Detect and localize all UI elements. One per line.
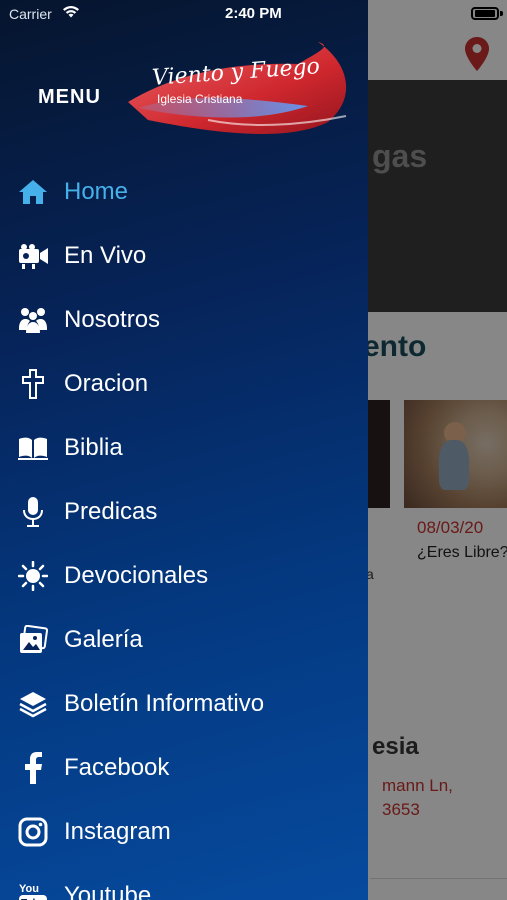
video-camera-icon bbox=[16, 240, 50, 272]
menu-item-en-vivo[interactable]: En Vivo bbox=[0, 224, 368, 288]
users-icon bbox=[16, 304, 50, 336]
book-icon bbox=[16, 432, 50, 464]
menu-item-home[interactable]: Home bbox=[0, 160, 368, 224]
logo-subtitle: Iglesia Cristiana bbox=[157, 92, 243, 106]
home-icon bbox=[16, 176, 50, 208]
gallery-icon bbox=[16, 624, 50, 656]
status-bar: Carrier 2:40 PM bbox=[0, 0, 368, 30]
menu-item-label: Home bbox=[64, 178, 129, 205]
menu-item-label: Predicas bbox=[64, 498, 158, 525]
menu-item-label: Galería bbox=[64, 626, 143, 653]
menu-item-label: Facebook bbox=[64, 754, 170, 781]
menu-item-youtube[interactable]: You Tube Youtube bbox=[0, 864, 368, 900]
menu-title: MENU bbox=[38, 86, 101, 108]
clock: 2:40 PM bbox=[225, 5, 282, 22]
menu-item-boletin[interactable]: Boletín Informativo bbox=[0, 672, 368, 736]
carrier-label: Carrier bbox=[9, 6, 52, 22]
sun-icon bbox=[16, 560, 50, 592]
menu-item-label: Youtube bbox=[64, 882, 152, 900]
menu-item-label: Boletín Informativo bbox=[64, 690, 265, 717]
wifi-icon bbox=[63, 6, 79, 18]
facebook-icon bbox=[16, 752, 50, 784]
svg-text:You: You bbox=[19, 883, 39, 895]
menu-item-instagram[interactable]: Instagram bbox=[0, 800, 368, 864]
menu-item-label: Nosotros bbox=[64, 306, 161, 333]
layers-icon bbox=[16, 688, 50, 720]
microphone-icon bbox=[16, 496, 50, 528]
menu-item-label: En Vivo bbox=[64, 242, 147, 269]
side-drawer: Carrier 2:40 PM MENU Viento y Fuego Igle… bbox=[0, 0, 368, 900]
menu-item-facebook[interactable]: Facebook bbox=[0, 736, 368, 800]
menu-item-galeria[interactable]: Galería bbox=[0, 608, 368, 672]
cross-icon bbox=[16, 368, 50, 400]
menu-item-biblia[interactable]: Biblia bbox=[0, 416, 368, 480]
instagram-icon bbox=[16, 816, 50, 848]
youtube-icon: You Tube bbox=[16, 880, 50, 900]
menu-item-devocionales[interactable]: Devocionales bbox=[0, 544, 368, 608]
menu-item-predicas[interactable]: Predicas bbox=[0, 480, 368, 544]
menu-item-oracion[interactable]: Oracion bbox=[0, 352, 368, 416]
menu-item-label: Biblia bbox=[64, 434, 123, 461]
menu-item-label: Devocionales bbox=[64, 562, 209, 589]
menu-item-label: Instagram bbox=[64, 818, 171, 845]
menu-item-nosotros[interactable]: Nosotros bbox=[0, 288, 368, 352]
menu-item-label: Oracion bbox=[64, 370, 149, 397]
